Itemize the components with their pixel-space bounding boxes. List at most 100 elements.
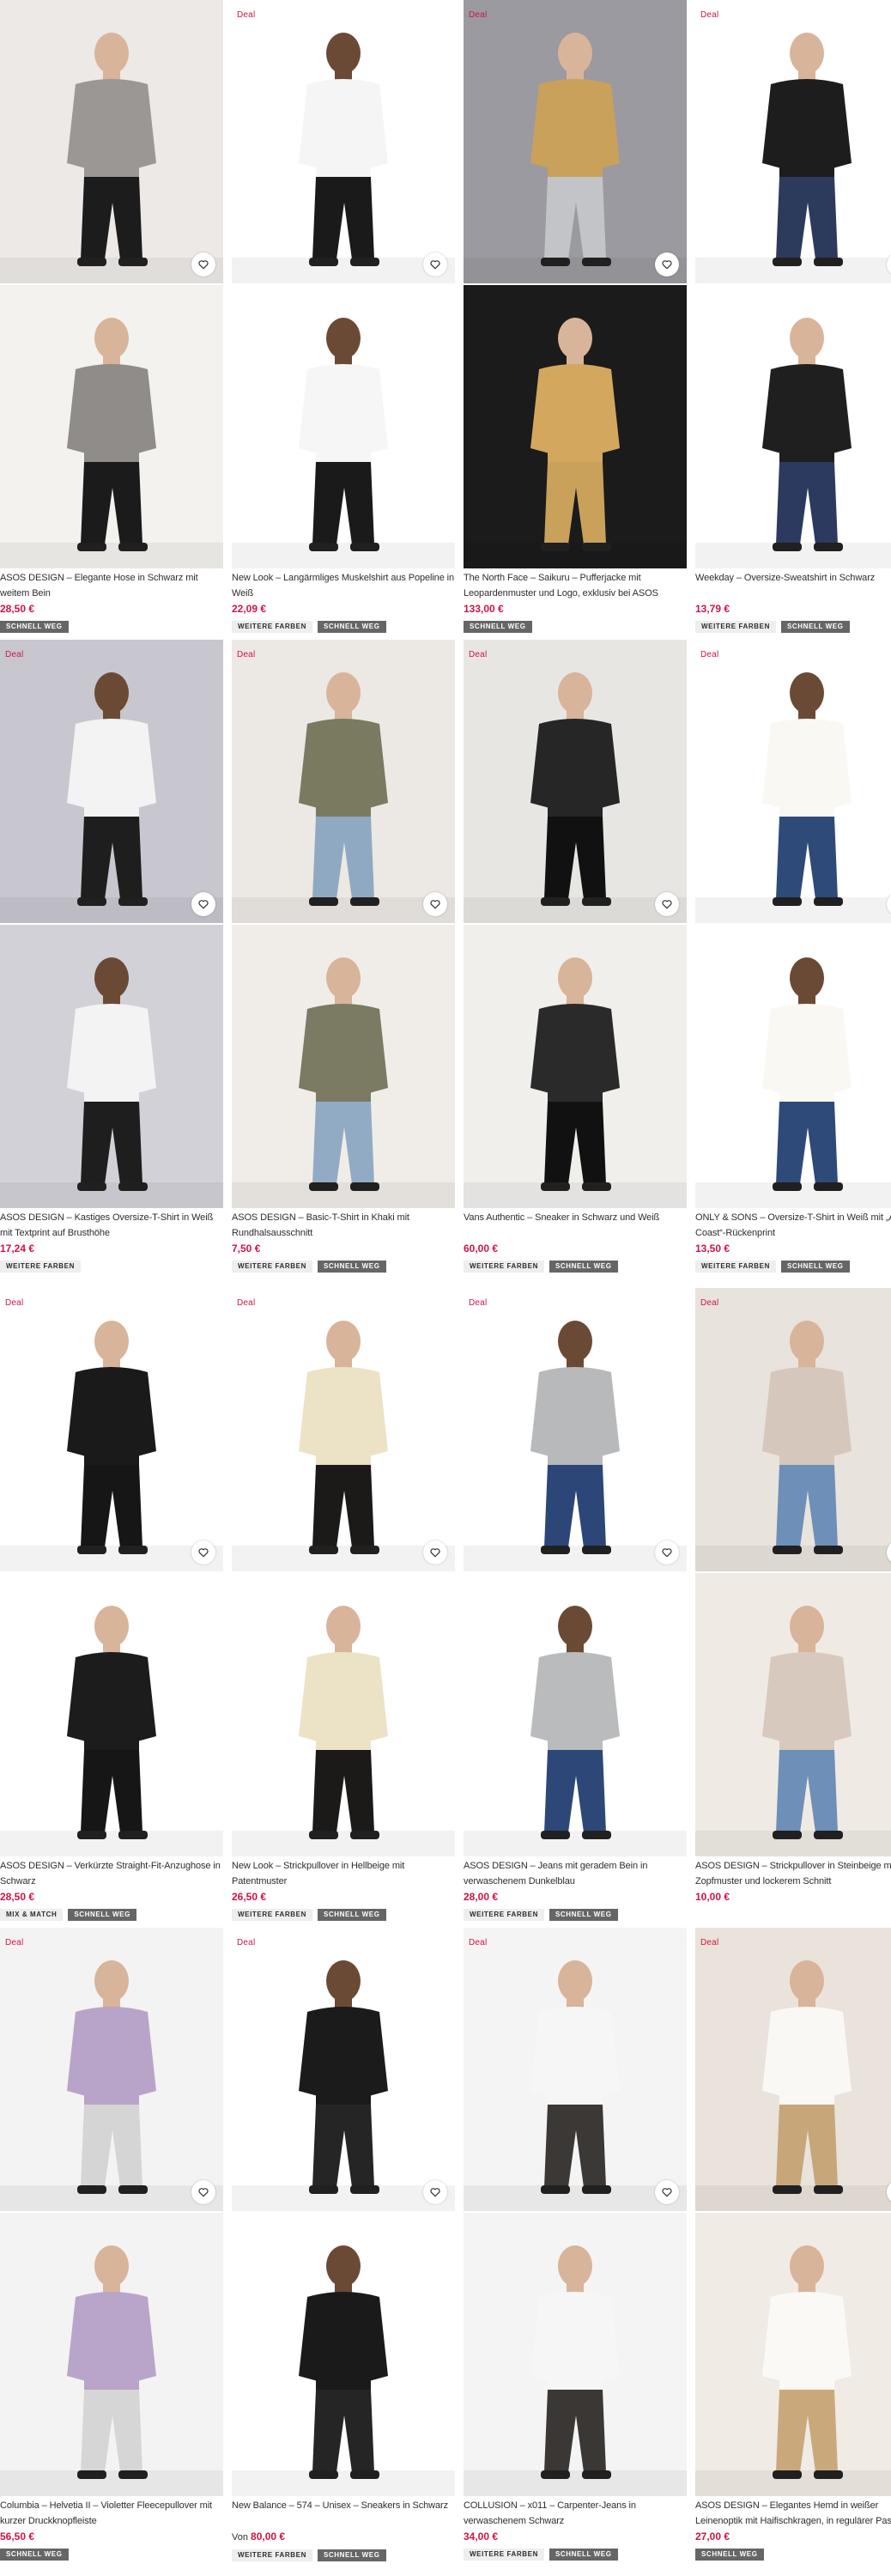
product-image[interactable]: Deal bbox=[232, 1928, 455, 2211]
deal-badge: Deal bbox=[5, 1938, 24, 1947]
product-image[interactable]: Deal bbox=[695, 1288, 891, 1571]
product-title[interactable]: ASOS DESIGN – Jeans mit geradem Bein in … bbox=[464, 1858, 687, 1889]
product-image[interactable] bbox=[0, 0, 223, 283]
product-info: New Look – Langärmliges Muskelshirt aus … bbox=[232, 570, 455, 633]
save-heart-button[interactable] bbox=[191, 252, 215, 276]
product-badges: MIX & MATCH SCHNELL WEG bbox=[0, 1909, 223, 1921]
product-badge: SCHNELL WEG bbox=[317, 621, 386, 633]
product-image-alt[interactable] bbox=[232, 1573, 455, 1856]
product-badge: SCHNELL WEG bbox=[695, 2549, 764, 2561]
heart-icon bbox=[430, 900, 440, 909]
product-title[interactable]: New Balance – 574 – Unisex – Sneakers in… bbox=[232, 2498, 455, 2529]
product-image[interactable]: Deal bbox=[464, 640, 687, 923]
save-heart-button[interactable] bbox=[191, 1540, 215, 1564]
product-badge: WEITERE FARBEN bbox=[232, 621, 312, 633]
product-price: 60,00 € bbox=[464, 1241, 687, 1256]
product-image-alt[interactable] bbox=[464, 925, 687, 1208]
product-title[interactable]: The North Face – Saikuru – Pufferjacke m… bbox=[464, 570, 687, 601]
heart-icon bbox=[198, 900, 209, 909]
product-image[interactable]: Deal bbox=[695, 640, 891, 923]
product-badges: WEITERE FARBEN SCHNELL WEG bbox=[464, 1261, 687, 1273]
product-badges: WEITERE FARBEN SCHNELL WEG bbox=[232, 1261, 455, 1273]
product-image-alt[interactable] bbox=[232, 925, 455, 1208]
product-badges: WEITERE FARBEN bbox=[0, 1261, 223, 1273]
product-image-alt[interactable] bbox=[695, 2213, 891, 2496]
product-info: ONLY & SONS – Oversize-T-Shirt in Weiß m… bbox=[695, 1210, 891, 1273]
product-title[interactable]: COLLUSION – x011 – Carpenter-Jeans in ve… bbox=[464, 2498, 687, 2529]
product-title[interactable]: Vans Authentic – Sneaker in Schwarz und … bbox=[464, 1210, 687, 1241]
product-title[interactable]: ASOS DESIGN – Kastiges Oversize-T-Shirt … bbox=[0, 1210, 223, 1241]
product-info: ASOS DESIGN – Elegantes Hemd in weißer L… bbox=[695, 2498, 891, 2561]
product-title[interactable]: ASOS DESIGN – Verkürzte Straight-Fit-Anz… bbox=[0, 1858, 223, 1889]
product-title[interactable]: Columbia – Helvetia II – Violetter Fleec… bbox=[0, 2498, 223, 2529]
product-image[interactable]: Deal bbox=[232, 640, 455, 923]
product-badges: SCHNELL WEG bbox=[695, 2549, 891, 2561]
product-badge: WEITERE FARBEN bbox=[695, 621, 776, 633]
save-heart-button[interactable] bbox=[655, 892, 679, 916]
save-heart-button[interactable] bbox=[423, 1540, 447, 1564]
heart-icon bbox=[198, 260, 209, 270]
price-value: 13,79 € bbox=[695, 603, 730, 615]
save-heart-button[interactable] bbox=[655, 2180, 679, 2204]
product-info: Vans Authentic – Sneaker in Schwarz und … bbox=[464, 1210, 687, 1273]
product-image[interactable]: Deal bbox=[0, 640, 223, 923]
save-heart-button[interactable] bbox=[655, 1540, 679, 1564]
price-value: 22,09 € bbox=[232, 603, 267, 615]
product-badges: SCHNELL WEG bbox=[0, 2549, 223, 2561]
product-image-alt[interactable] bbox=[0, 2213, 223, 2496]
product-title[interactable]: ASOS DESIGN – Elegante Hose in Schwarz m… bbox=[0, 570, 223, 601]
product-image[interactable]: Deal bbox=[695, 1928, 891, 2211]
product-image[interactable]: Deal bbox=[695, 0, 891, 283]
product-info: Columbia – Helvetia II – Violetter Fleec… bbox=[0, 2498, 223, 2561]
product-badge: WEITERE FARBEN bbox=[464, 2549, 544, 2561]
product-image-alt[interactable] bbox=[232, 2213, 455, 2496]
product-image-alt[interactable] bbox=[232, 285, 455, 568]
deal-badge: Deal bbox=[237, 650, 256, 659]
save-heart-button[interactable] bbox=[655, 252, 679, 276]
save-heart-button[interactable] bbox=[423, 2180, 447, 2204]
price-value: 28,50 € bbox=[0, 1891, 35, 1903]
product-image[interactable]: Deal bbox=[0, 1288, 223, 1571]
product-image-alt[interactable] bbox=[464, 2213, 687, 2496]
product-info: New Balance – 574 – Unisex – Sneakers in… bbox=[232, 2498, 455, 2561]
deal-badge: Deal bbox=[469, 10, 488, 20]
product-image-alt[interactable] bbox=[0, 1573, 223, 1856]
product-image-alt[interactable] bbox=[695, 285, 891, 568]
product-price: 34,00 € bbox=[464, 2529, 687, 2544]
product-title[interactable]: ASOS DESIGN – Elegantes Hemd in weißer L… bbox=[695, 2498, 891, 2529]
product-image-alt[interactable] bbox=[464, 285, 687, 568]
product-image-alt[interactable] bbox=[695, 925, 891, 1208]
product-badges: WEITERE FARBEN SCHNELL WEG bbox=[695, 621, 891, 633]
product-badge: SCHNELL WEG bbox=[464, 621, 532, 633]
product-image-alt[interactable] bbox=[695, 1573, 891, 1856]
product-image-alt[interactable] bbox=[464, 1573, 687, 1856]
product-badges: WEITERE FARBEN SCHNELL WEG bbox=[232, 1909, 455, 1921]
product-image-alt[interactable] bbox=[0, 925, 223, 1208]
product-price: 26,50 € bbox=[232, 1889, 455, 1905]
save-heart-button[interactable] bbox=[423, 252, 447, 276]
product-badges: WEITERE FARBEN SCHNELL WEG bbox=[695, 1261, 891, 1273]
product-image[interactable]: Deal bbox=[232, 0, 455, 283]
product-title[interactable]: Weekday – Oversize-Sweatshirt in Schwarz bbox=[695, 570, 891, 601]
product-image[interactable]: Deal bbox=[0, 1928, 223, 2211]
product-title[interactable]: New Look – Langärmliges Muskelshirt aus … bbox=[232, 570, 455, 601]
product-grid: ASOS DESIGN – Elegante Hose in Schwarz m… bbox=[0, 0, 891, 2576]
product-image[interactable]: Deal bbox=[464, 1928, 687, 2211]
product-image-alt[interactable] bbox=[0, 285, 223, 568]
save-heart-button[interactable] bbox=[191, 892, 215, 916]
deal-badge: Deal bbox=[700, 1298, 719, 1308]
product-image[interactable]: Deal bbox=[464, 1288, 687, 1571]
product-info: ASOS DESIGN – Basic-T-Shirt in Khaki mit… bbox=[232, 1210, 455, 1273]
product-title[interactable]: ONLY & SONS – Oversize-T-Shirt in Weiß m… bbox=[695, 1210, 891, 1241]
product-title[interactable]: ASOS DESIGN – Basic-T-Shirt in Khaki mit… bbox=[232, 1210, 455, 1241]
save-heart-button[interactable] bbox=[423, 892, 447, 916]
product-image[interactable]: Deal bbox=[464, 0, 687, 283]
deal-badge: Deal bbox=[469, 1298, 488, 1308]
save-heart-button[interactable] bbox=[191, 2180, 215, 2204]
product-title[interactable]: New Look – Strickpullover in Hellbeige m… bbox=[232, 1858, 455, 1889]
product-price: 28,00 € bbox=[464, 1889, 687, 1905]
product-badge: WEITERE FARBEN bbox=[464, 1909, 544, 1921]
product-badge: WEITERE FARBEN bbox=[232, 2549, 312, 2561]
product-image[interactable]: Deal bbox=[232, 1288, 455, 1571]
product-title[interactable]: ASOS DESIGN – Strickpullover in Steinbei… bbox=[695, 1858, 891, 1889]
